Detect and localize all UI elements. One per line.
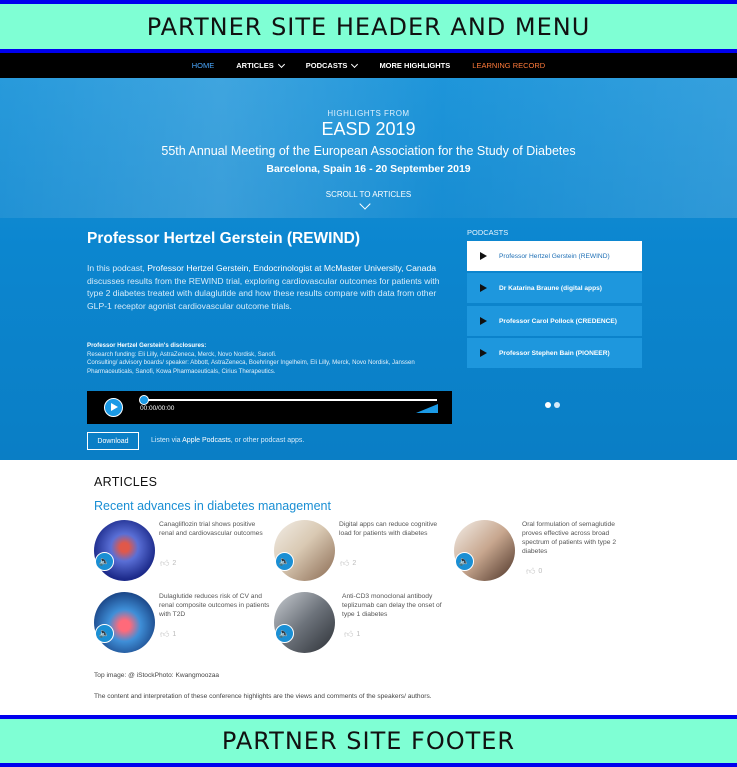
audio-player: 00:00/00:00 — [87, 391, 452, 424]
article-card[interactable]: 🔈 Dulaglutide reduces risk of CV and ren… — [94, 592, 274, 654]
disclosure-heading: Professor Hertzel Gerstein's disclosures… — [87, 342, 207, 349]
play-icon — [480, 252, 487, 260]
carousel-dot[interactable] — [545, 402, 551, 408]
podcast-item[interactable]: Dr Katarina Braune (digital apps) — [467, 273, 642, 303]
speaker-icon[interactable]: 🔈 — [455, 552, 474, 571]
main-nav: HOME ARTICLES PODCASTS MORE HIGHLIGHTS L… — [0, 53, 737, 78]
featured-podcast-description: In this podcast, Professor Hertzel Gerst… — [87, 262, 442, 312]
play-icon — [480, 284, 487, 292]
chevron-down-icon — [277, 60, 285, 68]
conference-title: EASD 2019 — [321, 119, 416, 139]
like-count[interactable]: 👍︎ 2 — [340, 558, 356, 569]
carousel-dot[interactable] — [554, 402, 560, 408]
nav-home[interactable]: HOME — [192, 61, 215, 70]
speaker-icon[interactable]: 🔈 — [275, 624, 294, 643]
like-count-value: 2 — [172, 560, 177, 567]
disclosure-consulting: Consulting/ advisory boards/ speaker: Ab… — [87, 359, 415, 375]
article-thumbnail — [274, 520, 335, 581]
like-count[interactable]: 👍︎ 1 — [160, 629, 176, 640]
listen-via-text: Listen via Apple Podcasts, or other podc… — [151, 437, 304, 444]
disclosure-research: Research funding: Eli Lilly, AstraZeneca… — [87, 350, 277, 358]
like-count-value: 0 — [538, 568, 543, 575]
article-thumbnail — [454, 520, 515, 581]
chevron-down-icon — [351, 60, 359, 68]
apple-podcasts-link[interactable]: Apple Podcasts — [182, 437, 231, 444]
play-icon — [480, 317, 487, 325]
download-button[interactable]: Download — [87, 432, 139, 450]
nav-more-highlights[interactable]: MORE HIGHLIGHTS — [379, 61, 450, 70]
meeting-subtitle: 55th Annual Meeting of the European Asso… — [161, 144, 576, 158]
hero-section: HIGHLIGHTS FROM EASD 2019 55th Annual Me… — [0, 78, 737, 460]
podcast-item[interactable]: Professor Stephen Bain (PIONEER) — [467, 338, 642, 368]
thumbs-up-icon: 👍︎ — [160, 558, 170, 568]
article-thumbnail — [274, 592, 335, 653]
podcast-item[interactable]: Professor Carol Pollock (CREDENCE) — [467, 306, 642, 336]
podcasts-label: PODCASTS — [467, 228, 509, 237]
podcast-item-label: Professor Stephen Bain (PIONEER) — [499, 349, 610, 357]
highlights-from-label: HIGHLIGHTS FROM — [327, 109, 410, 118]
podcast-item[interactable]: Professor Hertzel Gerstein (REWIND) — [467, 241, 642, 271]
podcast-item-label: Professor Carol Pollock (CREDENCE) — [499, 317, 617, 325]
nav-articles-label: ARTICLES — [236, 61, 274, 70]
nav-podcasts[interactable]: PODCASTS — [305, 60, 359, 70]
article-card[interactable]: 🔈 Digital apps can reduce cognitive load… — [274, 520, 454, 582]
like-count-value: 1 — [356, 631, 361, 638]
image-credit: Top image: @ iStockPhoto: Kwangmoozaa — [94, 672, 220, 679]
thumbs-up-icon: 👍︎ — [340, 558, 350, 568]
articles-heading: ARTICLES — [94, 475, 158, 489]
article-title[interactable]: Canagliflozin trial shows positive renal… — [159, 520, 271, 538]
volume-icon[interactable] — [416, 404, 438, 413]
thumbs-up-icon: 👍︎ — [160, 629, 170, 639]
like-count[interactable]: 👍︎ 0 — [526, 566, 542, 577]
disclosures: Professor Hertzel Gerstein's disclosures… — [87, 342, 457, 376]
play-icon — [480, 349, 487, 357]
seek-handle[interactable] — [139, 395, 149, 405]
carousel-dots — [545, 402, 560, 408]
article-card[interactable]: 🔈 Anti-CD3 monoclonal antibody teplizuma… — [274, 592, 454, 654]
listen-suffix: , or other podcast apps. — [230, 437, 305, 444]
player-time: 00:00/00:00 — [140, 405, 175, 412]
like-count[interactable]: 👍︎ 1 — [344, 629, 360, 640]
nav-learning-record[interactable]: LEARNING RECORD — [472, 61, 545, 70]
article-title[interactable]: Anti-CD3 monoclonal antibody teplizumab … — [342, 592, 454, 619]
nav-articles[interactable]: ARTICLES — [236, 60, 285, 70]
article-card[interactable]: 🔈 Oral formulation of semaglutide proves… — [454, 520, 634, 582]
nav-podcasts-label: PODCASTS — [305, 61, 348, 70]
disclaimer: The content and interpretation of these … — [94, 693, 432, 700]
article-title[interactable]: Digital apps can reduce cognitive load f… — [339, 520, 451, 538]
featured-podcast-title: Professor Hertzel Gerstein (REWIND) — [87, 230, 361, 247]
seek-bar[interactable] — [141, 399, 437, 401]
desc-intro: In this podcast, — [87, 263, 145, 273]
thumbs-up-icon: 👍︎ — [526, 566, 536, 576]
chevron-down-icon[interactable] — [359, 198, 371, 210]
like-count-value: 2 — [352, 560, 357, 567]
speaker-icon[interactable]: 🔈 — [95, 624, 114, 643]
partner-footer-band: PARTNER SITE FOOTER — [0, 715, 737, 767]
conference-location: Barcelona, Spain 16 - 20 September 2019 — [266, 163, 471, 175]
article-card[interactable]: 🔈 Canagliflozin trial shows positive ren… — [94, 520, 274, 582]
like-count-value: 1 — [172, 631, 177, 638]
speaker-icon[interactable]: 🔈 — [275, 552, 294, 571]
podcast-item-label: Dr Katarina Braune (digital apps) — [499, 284, 602, 292]
desc-rest: discusses results from the REWIND trial,… — [87, 275, 440, 311]
article-thumbnail — [94, 592, 155, 653]
speaker-icon[interactable]: 🔈 — [95, 552, 114, 571]
desc-speaker: Professor Hertzel Gerstein, Endocrinolog… — [147, 263, 436, 273]
thumbs-up-icon: 👍︎ — [344, 629, 354, 639]
article-thumbnail — [94, 520, 155, 581]
play-icon[interactable] — [104, 398, 123, 417]
article-title[interactable]: Oral formulation of semaglutide proves e… — [522, 520, 634, 556]
listen-prefix: Listen via — [151, 437, 181, 444]
scroll-to-articles-link[interactable]: SCROLL TO ARTICLES — [0, 190, 737, 199]
article-title[interactable]: Dulaglutide reduces risk of CV and renal… — [159, 592, 271, 619]
section-title[interactable]: Recent advances in diabetes management — [94, 499, 331, 513]
like-count[interactable]: 👍︎ 2 — [160, 558, 176, 569]
partner-header-band: PARTNER SITE HEADER AND MENU — [0, 0, 737, 53]
podcast-item-label: Professor Hertzel Gerstein (REWIND) — [499, 252, 610, 260]
